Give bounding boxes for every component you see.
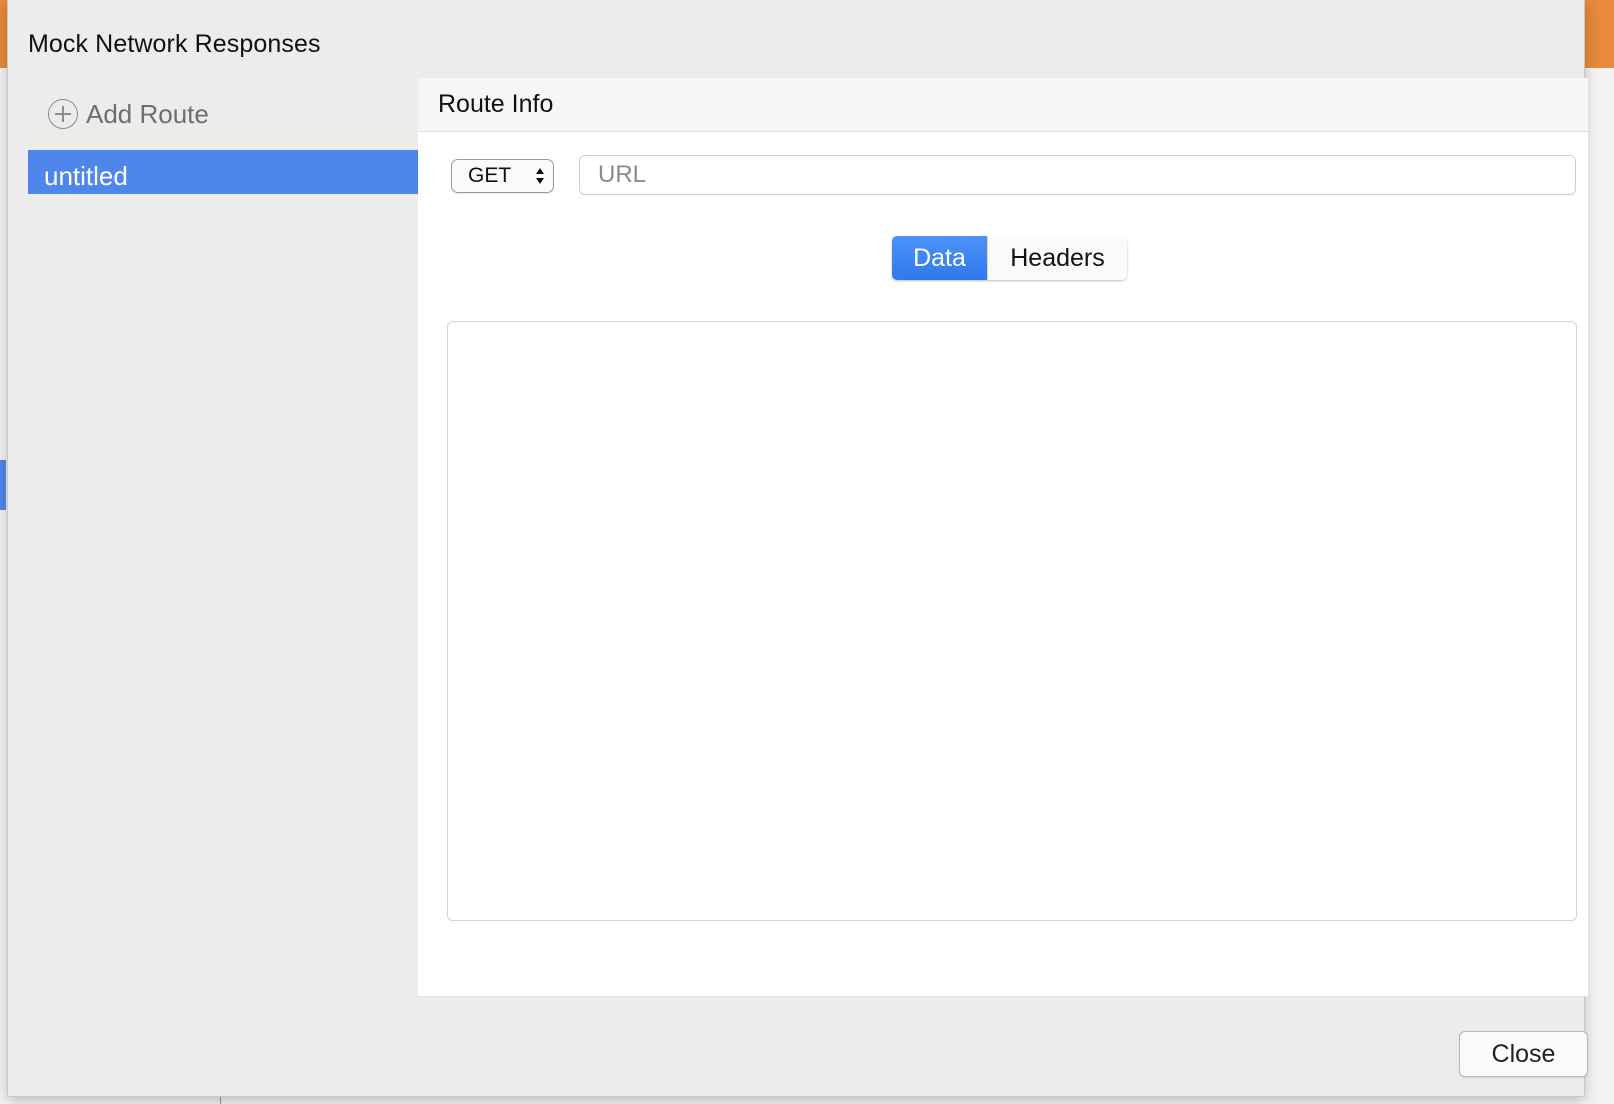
add-route-button[interactable]: Add Route [48,98,209,130]
plus-circle-icon [48,99,78,129]
background-app-left [0,68,8,1104]
method-select[interactable]: GET [451,159,554,193]
route-list: untitled [28,150,418,194]
close-button[interactable]: Close [1459,1031,1588,1077]
background-app-toolbar-right [1584,0,1614,68]
chevron-updown-icon [536,168,544,184]
add-route-label: Add Route [86,98,209,129]
method-value: GET [468,164,512,187]
background-app-right [1584,68,1614,1104]
route-info-panel: Route Info GET Data Headers [418,78,1588,997]
data-headers-tabs: Data Headers [892,236,1127,280]
tab-headers[interactable]: Headers [987,236,1127,280]
url-input[interactable] [579,155,1576,195]
tab-data[interactable]: Data [892,236,987,280]
route-list-item[interactable]: untitled [28,150,418,194]
response-data-editor[interactable] [447,321,1577,921]
background-app-bottom [0,1096,1614,1104]
background-app-toolbar-left [0,0,8,68]
dialog-title: Mock Network Responses [28,30,321,58]
background-app-divider [220,1096,221,1104]
mock-network-dialog: Mock Network Responses Add Route untitle… [8,0,1588,1096]
background-app-selection [0,460,6,510]
route-info-header: Route Info [418,78,1588,132]
